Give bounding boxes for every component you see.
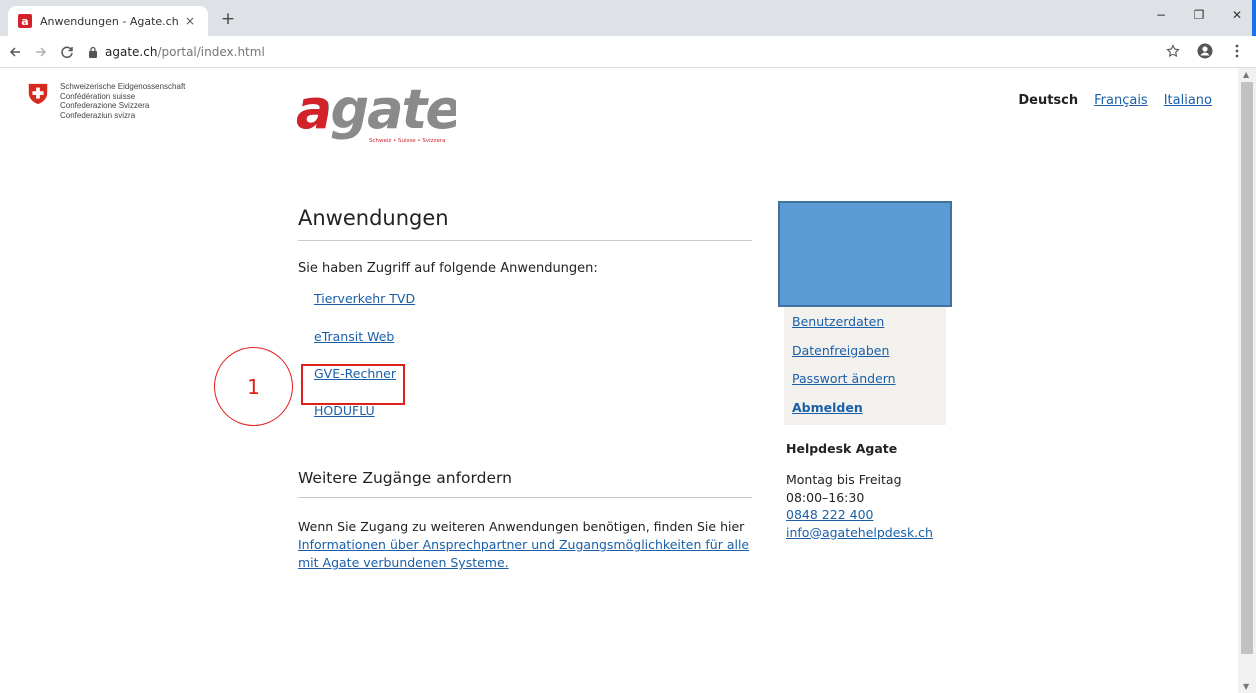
url-host: agate.ch [105,45,158,59]
forward-button[interactable] [30,41,52,63]
applications-intro: Sie haben Zugriff auf folgende Anwendung… [298,261,598,276]
menu-kebab-icon[interactable] [1228,40,1246,62]
window-edge-accent [1252,0,1256,38]
page-title: Anwendungen [298,206,752,241]
reload-icon [61,46,73,58]
confederation-name-rm: Confederaziun svizra [60,110,136,120]
helpdesk-hours: 08:00–16:30 [786,489,865,505]
scroll-down-arrow-icon[interactable]: ▼ [1243,682,1249,691]
url-path: /portal/index.html [157,45,265,59]
page-content: Schweizerische Eidgenossenschaft Confédé… [0,68,1238,693]
annotation-step-marker: 1 [214,347,293,426]
bookmark-star-icon[interactable] [1164,40,1182,62]
address-bar[interactable]: agate.ch/portal/index.html [88,40,1178,64]
agate-favicon-icon: a [18,14,32,28]
back-button[interactable] [4,41,26,63]
profile-icon[interactable] [1196,40,1214,62]
further-access-info-link[interactable]: Informationen über Ansprechpartner und Z… [298,537,749,570]
confederation-names: Schweizerische Eidgenossenschaft Confédé… [60,82,185,120]
further-access-title: Weitere Zugänge anfordern [298,469,752,498]
language-italiano-link[interactable]: Italiano [1164,93,1212,108]
tab-title: Anwendungen - Agate.ch [40,14,179,28]
agate-logo[interactable]: agate a Schweiz • Suisse • Svizzera [296,76,462,146]
redacted-user-info [778,201,952,307]
agate-logo-tagline: Schweiz • Suisse • Svizzera [369,138,445,144]
language-francais-link[interactable]: Français [1094,93,1148,108]
close-window-button[interactable]: ✕ [1218,0,1256,30]
confederation-name-de: Schweizerische Eidgenossenschaft [60,82,186,91]
user-menu: Benutzerdaten Datenfreigaben Passwort än… [784,307,946,425]
logout-link[interactable]: Abmelden [792,399,946,428]
svg-text:a: a [21,15,28,28]
scroll-up-arrow-icon[interactable]: ▲ [1243,70,1249,79]
browser-tab[interactable]: a Anwendungen - Agate.ch × [8,6,208,36]
confederation-name-fr: Confédération suisse [60,91,136,101]
confederation-header: Schweizerische Eidgenossenschaft Confédé… [26,82,185,120]
helpdesk-days: Montag bis Freitag [786,472,902,487]
app-link-hoduflu[interactable]: HODUFLU [314,402,752,439]
browser-toolbar: agate.ch/portal/index.html [0,36,1256,68]
browser-tab-bar: a Anwendungen - Agate.ch × + − ❐ ✕ [0,0,1256,38]
arrow-left-icon [9,46,20,57]
user-data-link[interactable]: Benutzerdaten [792,313,946,342]
helpdesk-email-link[interactable]: info@agatehelpdesk.ch [786,524,986,542]
further-access-intro: Wenn Sie Zugang zu weiteren Anwendungen … [298,519,745,534]
page-scrollbar[interactable]: ▲ ▼ [1238,68,1256,693]
language-deutsch: Deutsch [1018,93,1079,108]
reload-button[interactable] [56,41,78,63]
helpdesk-phone-link[interactable]: 0848 222 400 [786,506,986,524]
app-link-etransit-web[interactable]: eTransit Web [314,328,752,365]
window-controls: − ❐ ✕ [1142,0,1256,30]
further-access-text: Wenn Sie Zugang zu weiteren Anwendungen … [298,518,752,572]
change-password-link[interactable]: Passwort ändern [792,370,946,399]
annotation-highlight-box [301,364,405,405]
arrow-right-icon [36,46,47,57]
new-tab-button[interactable]: + [218,9,238,29]
agate-logo-a-highlight: a [296,78,332,141]
tab-close-icon[interactable]: × [182,14,198,28]
helpdesk-title: Helpdesk Agate [786,441,898,456]
minimize-button[interactable]: − [1142,0,1180,30]
confederation-name-it: Confederazione Svizzera [60,101,150,110]
toolbar-actions [1164,40,1246,62]
helpdesk-info: Montag bis Freitag 08:00–16:30 0848 222 … [786,471,986,541]
lock-icon [88,46,98,58]
restore-button[interactable]: ❐ [1180,0,1218,30]
data-sharing-link[interactable]: Datenfreigaben [792,342,946,371]
scroll-thumb[interactable] [1241,82,1253,654]
language-switcher: Deutsch Français Italiano [1018,93,1212,108]
app-link-tierverkehr-tvd[interactable]: Tierverkehr TVD [314,290,752,328]
swiss-shield-icon [28,83,48,105]
